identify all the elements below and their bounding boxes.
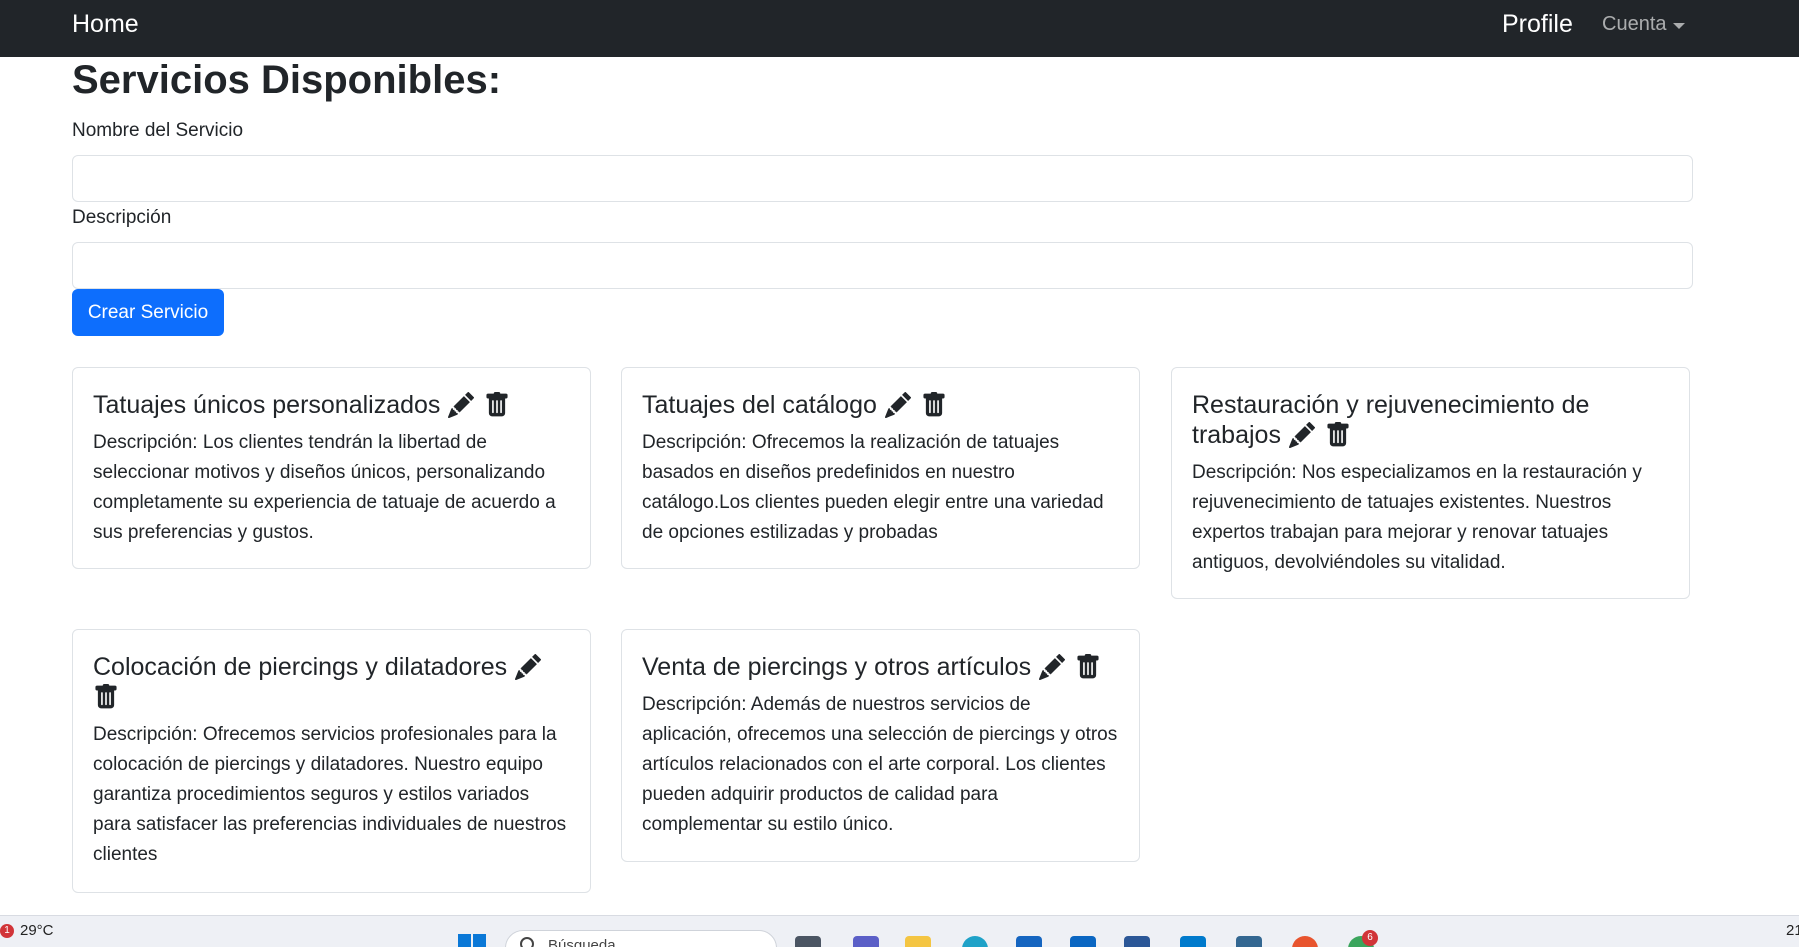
account-dropdown[interactable]: Cuenta <box>1602 13 1685 36</box>
service-card-title-text: Tatuajes del catálogo <box>642 391 877 419</box>
trash-icon[interactable] <box>921 392 947 418</box>
temperature-text: 29°C <box>20 922 54 939</box>
service-name-label: Nombre del Servicio <box>72 120 244 141</box>
service-card-description: Descripción: Nos especializamos en la re… <box>1192 462 1642 573</box>
notification-badge: 6 <box>1362 930 1378 946</box>
store-icon[interactable] <box>1016 936 1042 947</box>
app-icon[interactable] <box>1292 936 1318 947</box>
account-dropdown-label: Cuenta <box>1602 13 1667 35</box>
service-card: Colocación de piercings y dilatadores De… <box>72 629 591 893</box>
service-card-title-text: Restauración y rejuvenecimiento de traba… <box>1192 391 1590 449</box>
pencil-icon[interactable] <box>1288 422 1315 448</box>
service-card-title: Venta de piercings y otros artículos <box>642 652 1119 682</box>
vscode-icon[interactable] <box>1180 936 1206 947</box>
windows-taskbar: 1 29°C Búsqueda 21 <box>0 915 1799 947</box>
service-card: Tatuajes del catálogo Descripción: Ofrec… <box>621 367 1140 569</box>
database-icon[interactable] <box>1236 936 1262 947</box>
service-card-description: Descripción: Ofrecemos la realización de… <box>642 432 1104 543</box>
search-icon <box>520 937 534 947</box>
service-card-title: Tatuajes del catálogo <box>642 390 1119 420</box>
service-card-description: Descripción: Además de nuestros servicio… <box>642 694 1118 835</box>
service-card-description: Descripción: Ofrecemos servicios profesi… <box>93 724 567 865</box>
create-service-button[interactable]: Crear Servicio <box>72 289 224 336</box>
taskbar-search-placeholder: Búsqueda <box>548 937 616 947</box>
clock-text: 21 <box>1786 922 1799 939</box>
edge-browser-icon[interactable] <box>962 936 988 947</box>
trash-icon[interactable] <box>1075 654 1101 680</box>
service-card-title: Tatuajes únicos personalizados <box>93 390 570 420</box>
home-link[interactable]: Home <box>72 10 139 39</box>
service-card: Tatuajes únicos personalizados Descripci… <box>72 367 591 569</box>
service-description-label: Descripción <box>72 207 172 228</box>
taskbar-search[interactable]: Búsqueda <box>505 930 777 947</box>
pencil-icon[interactable] <box>1039 654 1066 680</box>
weather-widget[interactable]: 1 29°C <box>0 922 54 939</box>
pencil-icon[interactable] <box>448 392 475 418</box>
app-icon[interactable] <box>1070 936 1096 947</box>
trash-icon[interactable] <box>1325 422 1351 448</box>
app-icon[interactable] <box>1124 936 1150 947</box>
service-card-title: Restauración y rejuvenecimiento de traba… <box>1192 390 1669 450</box>
file-explorer-icon[interactable] <box>905 936 931 947</box>
service-card-description: Descripción: Los clientes tendrán la lib… <box>93 432 556 543</box>
weather-alert-badge: 1 <box>0 923 14 938</box>
service-card: Restauración y rejuvenecimiento de traba… <box>1171 367 1690 599</box>
teams-icon[interactable] <box>853 936 879 947</box>
service-description-input[interactable] <box>72 242 1693 289</box>
service-card-title-text: Colocación de piercings y dilatadores <box>93 653 508 681</box>
service-card-title-text: Tatuajes únicos personalizados <box>93 391 441 419</box>
service-card-title: Colocación de piercings y dilatadores <box>93 652 570 712</box>
task-view-icon[interactable] <box>795 936 821 947</box>
service-card-title-text: Venta de piercings y otros artículos <box>642 653 1032 681</box>
trash-icon[interactable] <box>93 684 119 710</box>
caret-down-icon <box>1672 22 1685 29</box>
top-navbar: Home Profile Cuenta <box>0 0 1799 57</box>
service-name-input[interactable] <box>72 155 1693 202</box>
trash-icon[interactable] <box>484 392 510 418</box>
profile-link[interactable]: Profile <box>1502 10 1573 39</box>
pencil-icon[interactable] <box>515 654 542 680</box>
windows-start-icon[interactable] <box>458 934 486 947</box>
page-title: Servicios Disponibles: <box>72 58 502 102</box>
pencil-icon[interactable] <box>884 392 911 418</box>
service-card: Venta de piercings y otros artículos Des… <box>621 629 1140 862</box>
